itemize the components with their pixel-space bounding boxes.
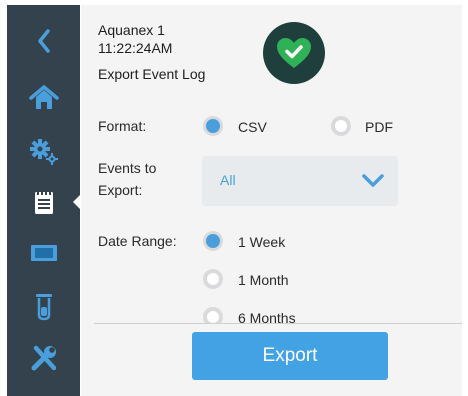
notepad-icon	[34, 190, 53, 214]
chevron-left-icon	[37, 29, 50, 53]
gears-icon	[29, 139, 58, 165]
main-panel: Aquanex 1 11:22:24AM Export Event Log Fo…	[81, 5, 462, 396]
display-button[interactable]	[7, 230, 80, 276]
page-title: Export Event Log	[98, 66, 206, 82]
active-indicator	[73, 194, 81, 210]
home-button[interactable]	[7, 75, 80, 121]
date-1month-label[interactable]: 1 Month	[238, 272, 289, 288]
events-label-line2: Export:	[98, 182, 143, 198]
format-pdf-label[interactable]: PDF	[365, 119, 393, 135]
sidebar-nav	[7, 5, 81, 396]
format-pdf-radio[interactable]	[331, 116, 351, 136]
heart-check-icon	[277, 37, 311, 68]
tools-button[interactable]	[7, 335, 80, 381]
date-range-label: Date Range:	[98, 233, 177, 249]
event-log-button[interactable]	[7, 179, 81, 225]
device-time: 11:22:24AM	[98, 40, 173, 56]
sample-button[interactable]	[7, 284, 80, 330]
format-label: Format:	[98, 118, 147, 134]
format-csv-label[interactable]: CSV	[238, 119, 267, 135]
export-button[interactable]: Export	[192, 332, 388, 380]
date-1month-radio[interactable]	[203, 269, 223, 289]
tools-icon	[31, 345, 56, 371]
format-csv-radio[interactable]	[203, 116, 223, 136]
status-badge	[263, 22, 325, 84]
date-1week-radio[interactable]	[203, 231, 223, 251]
events-select[interactable]: All	[202, 156, 398, 206]
form-scroll-area[interactable]: Aquanex 1 11:22:24AM Export Event Log Fo…	[81, 5, 462, 323]
date-1week-label[interactable]: 1 Week	[238, 234, 285, 250]
date-6months-label[interactable]: 6 Months	[238, 310, 296, 323]
date-6months-radio[interactable]	[203, 307, 223, 323]
chevron-down-icon	[362, 174, 384, 187]
events-select-value: All	[220, 172, 236, 188]
back-button[interactable]	[7, 18, 80, 64]
beaker-icon	[35, 294, 52, 321]
home-icon	[28, 85, 59, 109]
device-name: Aquanex 1	[98, 22, 165, 38]
settings-button[interactable]	[7, 129, 80, 175]
display-icon	[30, 245, 57, 261]
events-label-line1: Events to	[98, 160, 157, 176]
footer-bar: Export	[81, 324, 462, 396]
